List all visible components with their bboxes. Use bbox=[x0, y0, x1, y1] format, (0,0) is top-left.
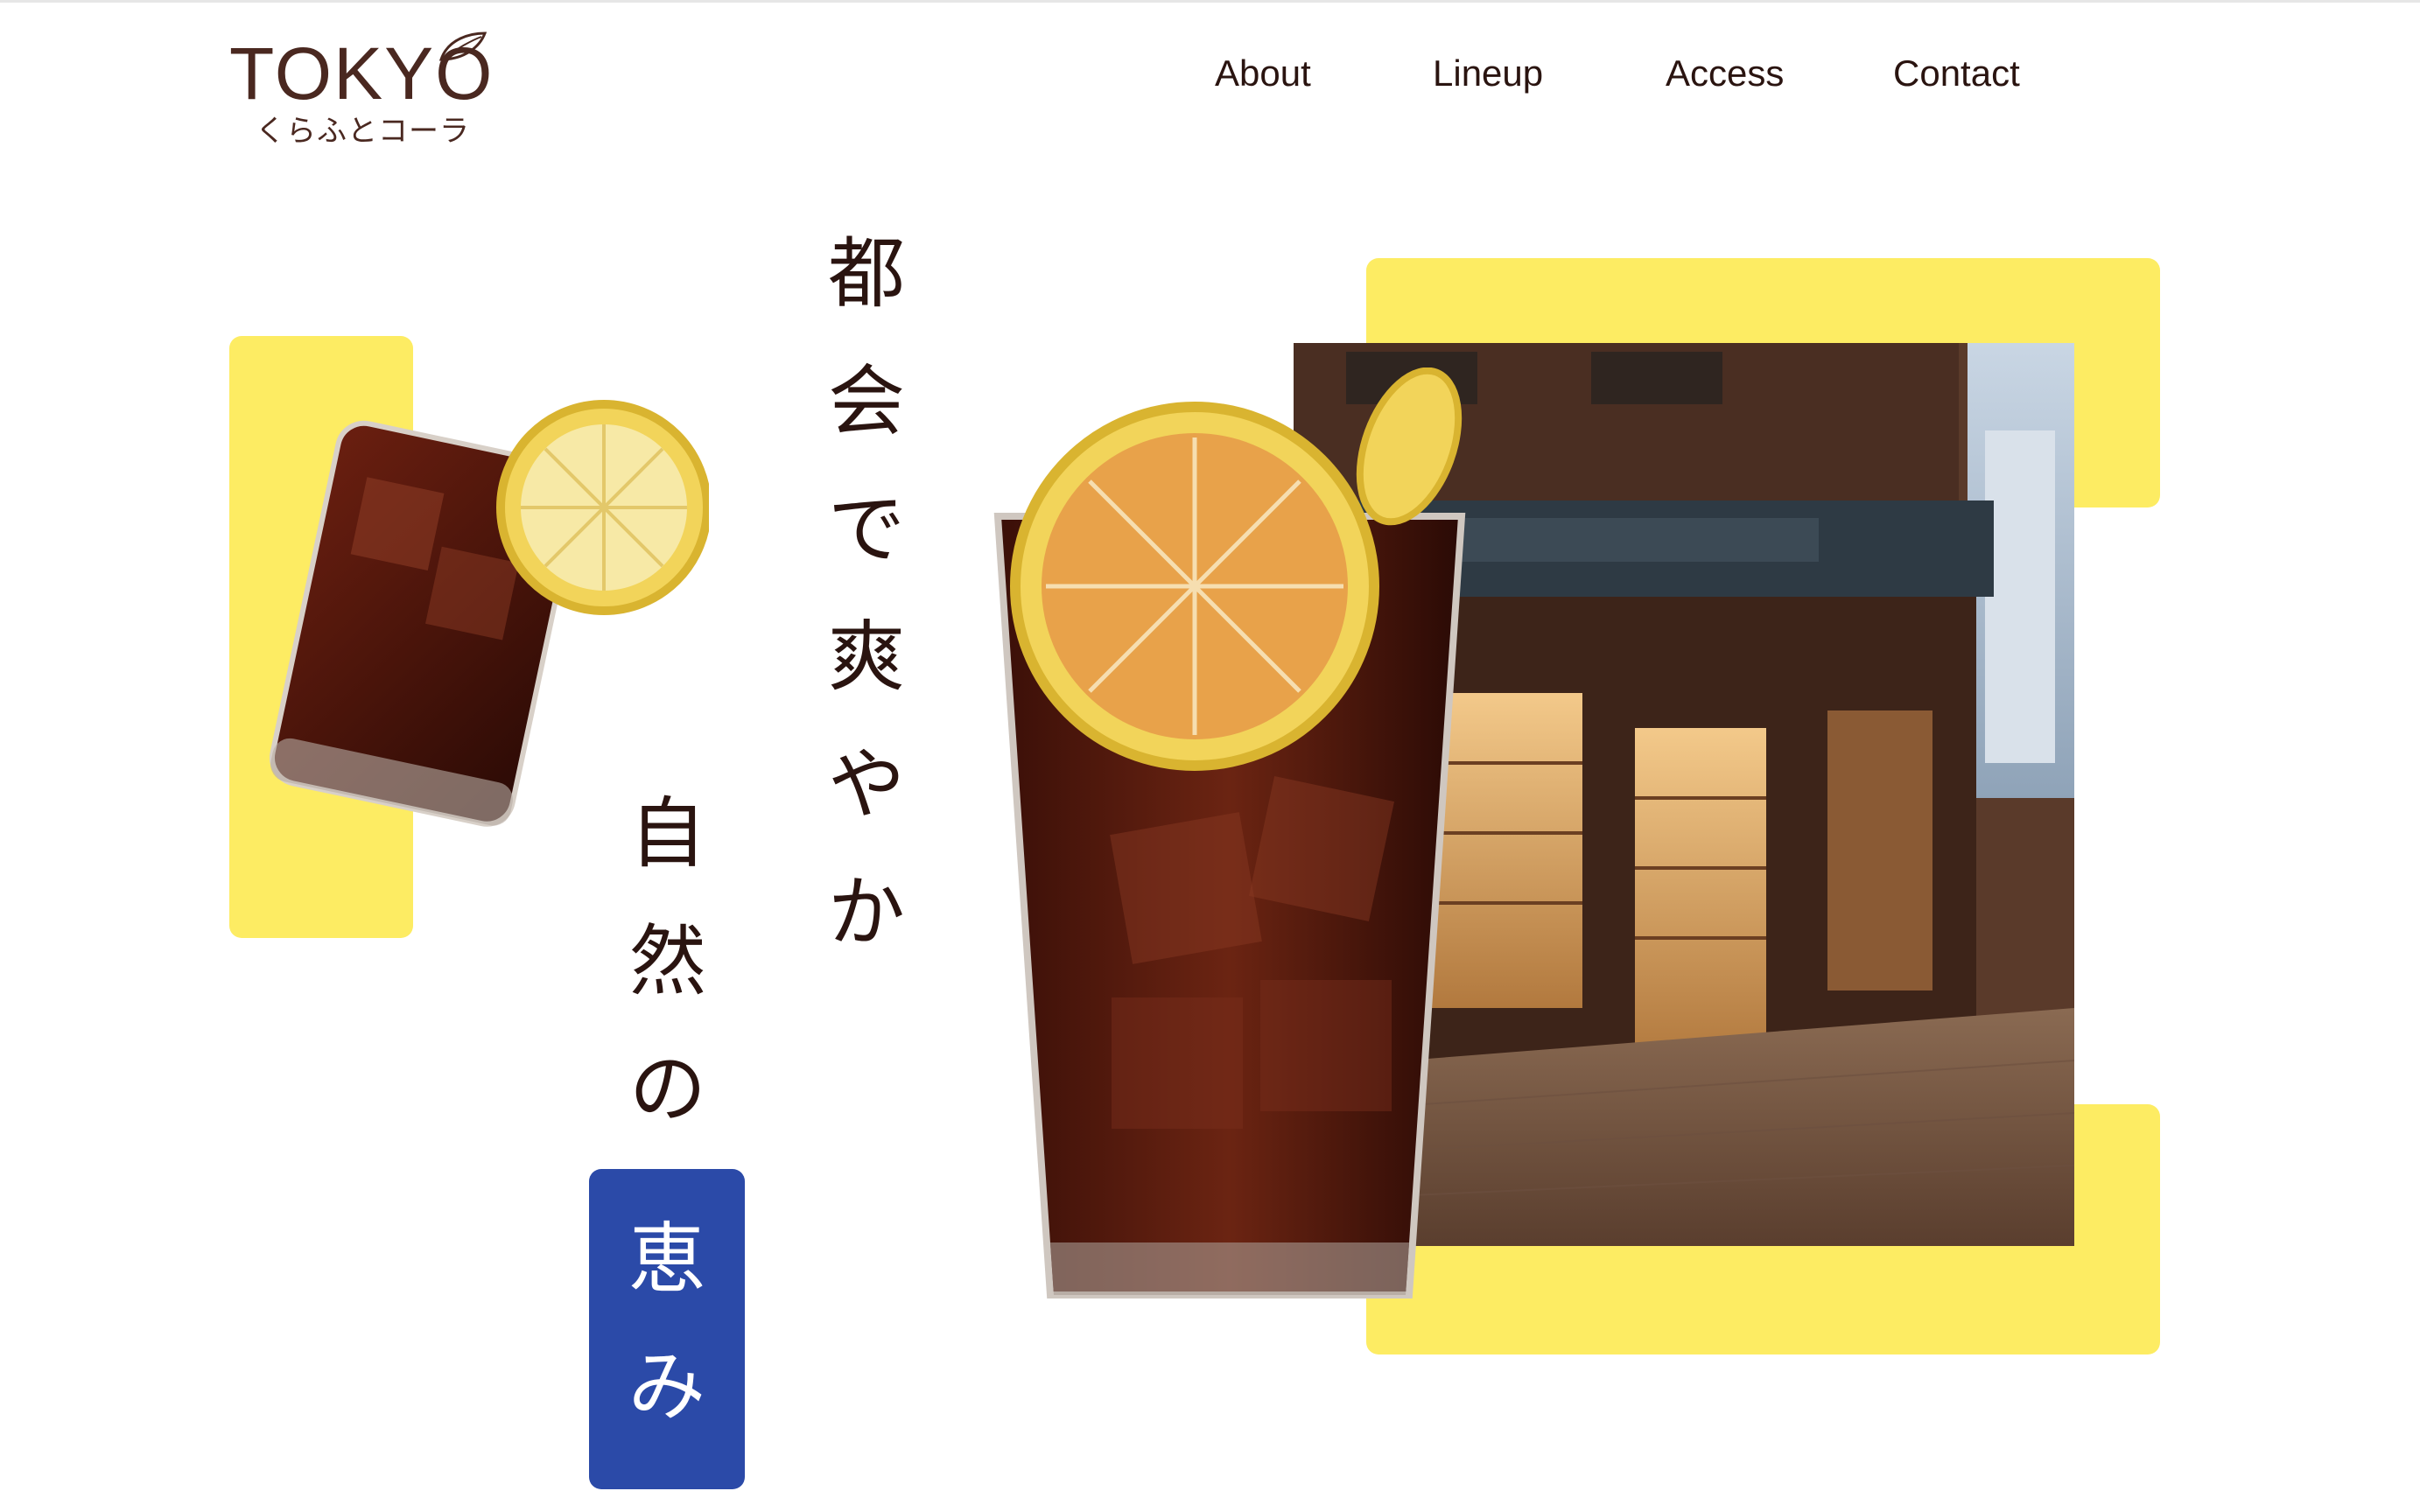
tagline-char: 恵 bbox=[628, 1214, 705, 1304]
tagline-char: 都 bbox=[827, 228, 905, 318]
tagline-char: や bbox=[827, 739, 905, 830]
tagline-char: 会 bbox=[827, 356, 905, 446]
tagline-char: か bbox=[827, 867, 905, 957]
nav-lineup[interactable]: Lineup bbox=[1433, 52, 1543, 94]
tagline-char: み bbox=[628, 1341, 705, 1432]
tagline-char: の bbox=[628, 1044, 706, 1134]
tagline-urban: 都 会 で 爽 や か bbox=[814, 210, 919, 976]
large-cola-glass-image bbox=[980, 367, 1470, 1339]
nav-access[interactable]: Access bbox=[1666, 52, 1784, 94]
tagline-nature: 自 然 の bbox=[615, 770, 720, 1153]
main-nav: About Lineup Access Contact bbox=[0, 52, 2420, 105]
tagline-char: 自 bbox=[628, 788, 706, 878]
tagline-highlight-box: 恵 み bbox=[589, 1169, 745, 1489]
nav-about[interactable]: About bbox=[1215, 52, 1311, 94]
tagline-char: 然 bbox=[628, 916, 706, 1006]
tagline-char: で bbox=[827, 484, 905, 574]
tagline-char: 爽 bbox=[827, 612, 905, 702]
logo-subtitle: くらふとコーラ bbox=[256, 114, 470, 149]
nav-contact[interactable]: Contact bbox=[1893, 52, 2020, 94]
top-border bbox=[0, 0, 2420, 3]
